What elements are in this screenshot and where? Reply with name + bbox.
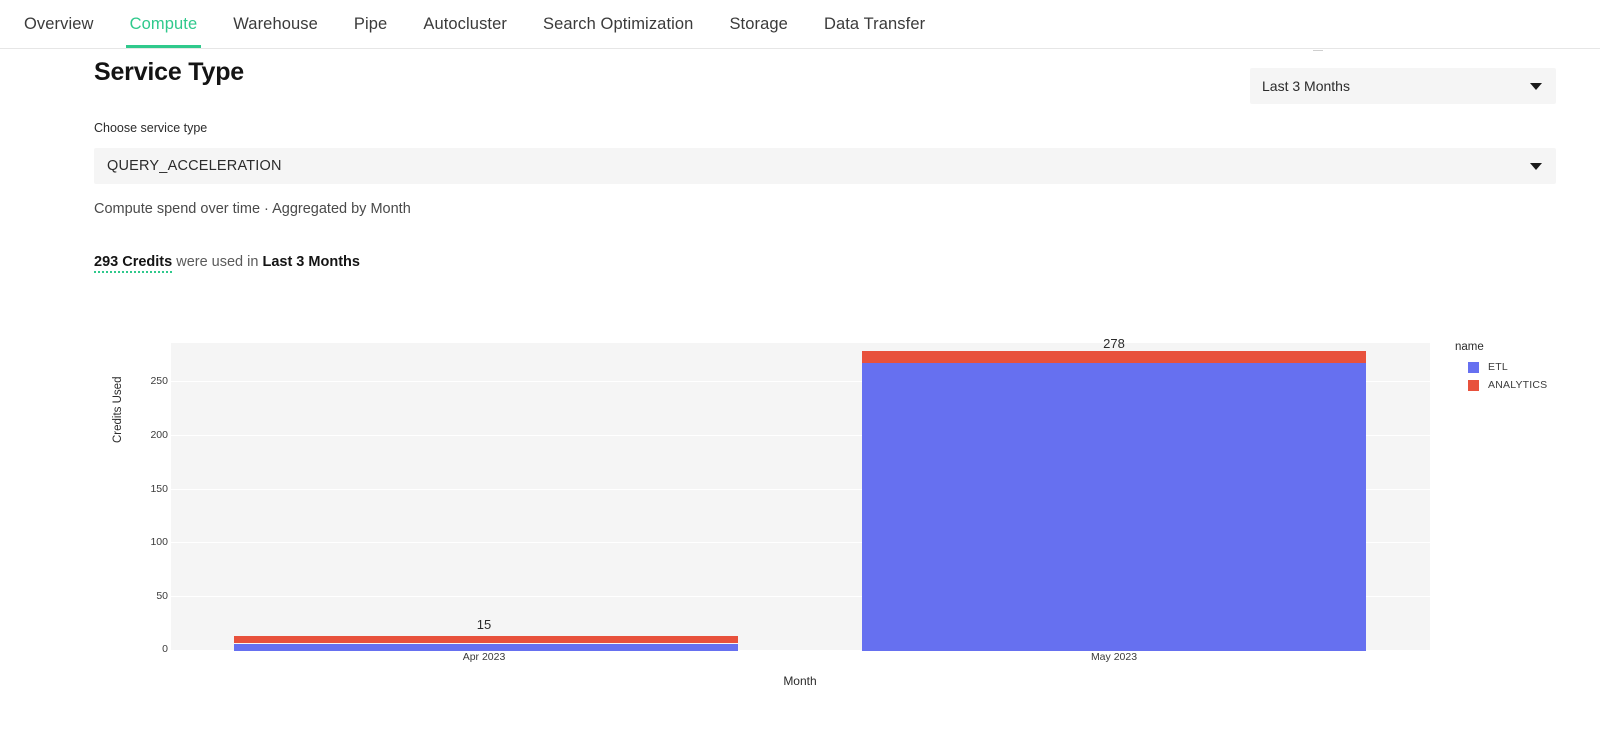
nav-tab-label: Search Optimization bbox=[542, 14, 694, 33]
legend-title: name bbox=[1455, 341, 1484, 353]
x-axis-tick-may-2023: May 2023 bbox=[1090, 651, 1138, 663]
nav-tab-label: Autocluster bbox=[423, 14, 507, 33]
nav-tab-label: Pipe bbox=[353, 14, 388, 33]
nav-tab-label: Storage bbox=[729, 14, 788, 33]
nav-tab-storage[interactable]: Storage bbox=[711, 0, 806, 48]
legend-item-label: ANALYTICS bbox=[1488, 379, 1548, 391]
legend-swatch-icon bbox=[1468, 379, 1479, 391]
service-type-value: QUERY_ACCELERATION bbox=[107, 158, 282, 174]
nav-tab-warehouse[interactable]: Warehouse bbox=[215, 0, 336, 48]
credits-summary-range: Last 3 Months bbox=[262, 254, 360, 270]
y-axis-tick-150: 150 bbox=[150, 483, 168, 495]
nav-tab-pipe[interactable]: Pipe bbox=[336, 0, 405, 48]
chart-legend: name ETL ANALYTICS bbox=[1455, 341, 1547, 397]
bar-total-may-2023: 278 bbox=[1103, 336, 1125, 351]
x-axis-title: Month bbox=[783, 674, 817, 688]
nav-tab-label: Overview bbox=[24, 14, 94, 33]
gridline-100 bbox=[171, 542, 1430, 543]
gridline-250 bbox=[171, 381, 1430, 382]
nav-tab-list: Overview Compute Warehouse Pipe Autoclus… bbox=[0, 0, 1600, 48]
gridline-50 bbox=[171, 596, 1430, 597]
service-type-select[interactable]: QUERY_ACCELERATION bbox=[94, 148, 1556, 184]
bar-apr-2023-etl[interactable] bbox=[234, 644, 738, 651]
nav-tab-label: Compute bbox=[129, 14, 198, 33]
compute-spend-chart: 250 200 150 100 50 0 Credits Used 15 Apr… bbox=[0, 0, 1600, 736]
y-axis-tick-100: 100 bbox=[150, 536, 168, 548]
date-range-value: Last 3 Months bbox=[1262, 78, 1350, 94]
bar-may-2023-analytics[interactable] bbox=[862, 351, 1366, 363]
nav-tab-compute[interactable]: Compute bbox=[112, 0, 216, 48]
credits-used-value: 293 Credits bbox=[94, 254, 173, 273]
y-axis-tick-50: 50 bbox=[156, 590, 168, 602]
plot-area-background bbox=[171, 343, 1430, 650]
chevron-down-icon bbox=[1530, 82, 1542, 90]
nav-tab-search-optimization[interactable]: Search Optimization bbox=[525, 0, 711, 48]
bar-apr-2023-analytics[interactable] bbox=[234, 636, 738, 643]
nav-tab-label: Data Transfer bbox=[823, 14, 926, 33]
nav-tab-label: Warehouse bbox=[233, 14, 318, 33]
bar-may-2023-etl[interactable] bbox=[862, 363, 1366, 651]
legend-item-label: ETL bbox=[1488, 361, 1508, 373]
nav-tab-overview[interactable]: Overview bbox=[6, 0, 112, 48]
range-select-tick-mark bbox=[1313, 50, 1323, 51]
bar-total-apr-2023: 15 bbox=[476, 617, 492, 632]
credits-summary: 293 Credits were used in Last 3 Months bbox=[94, 254, 360, 273]
legend-item-analytics[interactable]: ANALYTICS bbox=[1468, 379, 1547, 391]
nav-tab-data-transfer[interactable]: Data Transfer bbox=[806, 0, 943, 48]
gridline-200 bbox=[171, 435, 1430, 436]
legend-item-etl[interactable]: ETL bbox=[1468, 361, 1547, 373]
y-axis-title: Credits Used bbox=[112, 376, 124, 443]
date-range-select[interactable]: Last 3 Months bbox=[1250, 68, 1556, 104]
gridline-150 bbox=[171, 489, 1430, 490]
legend-swatch-icon bbox=[1468, 361, 1479, 373]
service-type-label: Choose service type bbox=[94, 121, 208, 135]
y-axis-tick-250: 250 bbox=[150, 375, 168, 387]
credits-summary-middle: were used in bbox=[172, 254, 263, 270]
chart-subtitle: Compute spend over time · Aggregated by … bbox=[94, 201, 411, 217]
x-axis-tick-apr-2023: Apr 2023 bbox=[462, 651, 506, 663]
y-axis-tick-200: 200 bbox=[150, 429, 168, 441]
y-axis-tick-0: 0 bbox=[162, 643, 168, 655]
page-title: Service Type bbox=[94, 58, 245, 86]
top-navigation: Overview Compute Warehouse Pipe Autoclus… bbox=[0, 0, 1600, 49]
nav-tab-autocluster[interactable]: Autocluster bbox=[405, 0, 525, 48]
chevron-down-icon bbox=[1530, 162, 1542, 170]
